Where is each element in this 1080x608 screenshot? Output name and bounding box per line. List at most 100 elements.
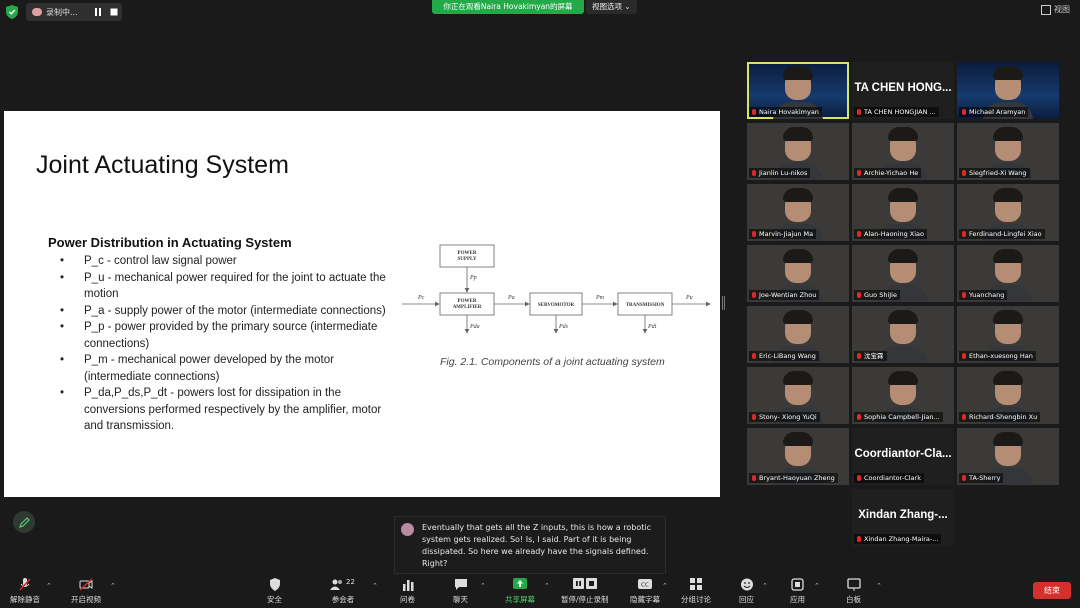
participant-video-hair <box>783 432 813 446</box>
participant-tile-xindan-zhang-maira[interactable]: Xindan Zhang-... Xindan Zhang-Maira-... <box>852 489 954 546</box>
participant-tile-marvin-jiajun-ma[interactable]: Marvin-Jiajun Ma <box>747 184 849 241</box>
chat-button[interactable]: 聊天 <box>453 578 468 605</box>
pause-icon[interactable] <box>94 8 102 16</box>
pp-label: Pp <box>469 275 477 281</box>
participant-tile-ferdinand-lingfei-xiao[interactable]: Ferdinand-Lingfei Xiao <box>957 184 1059 241</box>
participant-tile-sophia-campbell-jian[interactable]: Sophia Campbell-Jian... <box>852 367 954 424</box>
participant-tile-coordiantor-clark[interactable]: Coordiantor-Cla... Coordiantor-Clark <box>852 428 954 485</box>
participant-name-label: 沈宝霖 <box>854 351 887 361</box>
participant-video-hair <box>888 310 918 324</box>
meeting-toolbar: 解除静音 ⌃ 开启视频 ⌃ 安全 22 参会者 ⌃ 问卷 聊天 ⌃ 共享屏幕 ⌃… <box>0 574 1080 608</box>
share-screen-button[interactable]: 共享屏幕 <box>505 578 535 605</box>
security-button[interactable]: 安全 <box>267 578 282 605</box>
start-video-label: 开启视频 <box>71 595 101 604</box>
participant-tile-ta-chen-hongjian[interactable]: TA CHEN HONG... TA CHEN HONGJIAN ... <box>852 62 954 119</box>
bullet-item: P_p - power provided by the primary sour… <box>60 319 402 352</box>
participant-video-hair <box>783 66 813 80</box>
participant-name-label: Archie-Yichao He <box>854 168 922 178</box>
reactions-label: 回应 <box>739 595 754 604</box>
pa-label: Pa <box>507 295 515 301</box>
participant-tile-michael-aramyan[interactable]: Michael Aramyan <box>957 62 1059 119</box>
participant-tile-jianlin-lu-nikos[interactable]: Jianlin Lu-nikos <box>747 123 849 180</box>
participant-name-label: Alan-Haoning Xiao <box>854 229 928 239</box>
slide-title: Joint Actuating System <box>36 151 289 179</box>
breakout-rooms-button[interactable]: 分组讨论 <box>681 578 711 605</box>
record-button[interactable]: 暂停/停止录制 <box>561 578 609 605</box>
reactions-button[interactable]: 回应 <box>739 578 754 605</box>
slide-heading: Power Distribution in Actuating System <box>48 235 292 250</box>
view-button[interactable]: 视图 <box>1041 4 1070 15</box>
breakout-rooms-icon <box>690 578 702 590</box>
captions-button[interactable]: CC 隐藏字幕 <box>630 578 660 605</box>
participant-tile-yuanchang[interactable]: Yuanchang <box>957 245 1059 302</box>
chevron-up-icon[interactable]: ⌃ <box>110 582 116 590</box>
chevron-up-icon[interactable]: ⌃ <box>46 582 52 590</box>
annotate-button[interactable] <box>13 511 35 533</box>
chevron-up-icon[interactable]: ⌃ <box>762 582 768 590</box>
participant-tile-eric-libang-wang[interactable]: Eric-LiBang Wang <box>747 306 849 363</box>
breakout-rooms-label: 分组讨论 <box>681 595 711 604</box>
chevron-up-icon[interactable]: ⌃ <box>662 582 668 590</box>
participant-video-hair <box>993 371 1023 385</box>
svg-text:CC: CC <box>641 583 649 589</box>
top-bar: 录制中... 你正在观看Naira Hovakimyan的屏幕 视图选项 ⌄ 视… <box>0 0 1080 24</box>
participant-tile-guo-shijie[interactable]: Guo ShiJie <box>852 245 954 302</box>
participant-name-label: Eric-LiBang Wang <box>749 351 819 361</box>
participant-tile-naira-hovakimyan[interactable]: Naira Hovakimyan <box>747 62 849 119</box>
whiteboard-button[interactable]: 白板 <box>846 578 861 605</box>
participant-name-label: Bryant-Haoyuan Zheng <box>749 473 838 483</box>
participant-tile-richard-shengbin-xu[interactable]: Richard-Shengbin Xu <box>957 367 1059 424</box>
end-meeting-button[interactable]: 结束 <box>1033 582 1071 599</box>
participant-name-label: Guo ShiJie <box>854 290 900 300</box>
microphone-muted-icon <box>19 578 31 591</box>
split-resize-handle[interactable] <box>722 296 725 310</box>
pda-label: Pda <box>469 324 480 330</box>
bullet-item: P_u - mechanical power required for the … <box>60 270 402 303</box>
stop-icon[interactable] <box>110 8 118 16</box>
participant-tile-ta-sherry[interactable]: TA-Sherry <box>957 428 1059 485</box>
participant-tile-ethan-xuesong-han[interactable]: Ethan-xuesong Han <box>957 306 1059 363</box>
polls-button[interactable]: 问卷 <box>400 578 415 605</box>
whiteboard-label: 白板 <box>846 595 861 604</box>
unmute-button[interactable]: 解除静音 <box>10 578 40 605</box>
polls-label: 问卷 <box>400 595 415 604</box>
participant-video-hair <box>993 188 1023 202</box>
participant-tile-stony-xiong-yuqi[interactable]: Stony- Xiong YuQi <box>747 367 849 424</box>
power-supply-label: POWER SUPPLY <box>458 251 477 262</box>
chevron-up-icon[interactable]: ⌃ <box>876 582 882 590</box>
participant-tile-archie-yichao-he[interactable]: Archie-Yichao He <box>852 123 954 180</box>
chevron-up-icon[interactable]: ⌃ <box>814 582 820 590</box>
actuating-system-diagram: POWER SUPPLY POWER AMPLIFIER SERVOMOTOR TR… <box>402 244 711 334</box>
participant-tile-participant[interactable]: 沈宝霖 <box>852 306 954 363</box>
view-button-label: 视图 <box>1054 5 1070 14</box>
apps-icon <box>790 578 804 591</box>
pm-label: Pm <box>595 295 605 301</box>
participant-name-label: TA-Sherry <box>959 473 1004 483</box>
chat-bubble-icon <box>454 579 467 590</box>
participant-display-name: Xindan Zhang-... <box>858 509 948 521</box>
participants-button[interactable]: 22 参会者 <box>330 578 356 605</box>
participant-tile-joe-wentian-zhou[interactable]: Joe-Wentian Zhou <box>747 245 849 302</box>
participant-video-hair <box>783 127 813 141</box>
participant-name-label: Joe-Wentian Zhou <box>749 290 820 300</box>
figure-caption: Fig. 2.1. Components of a joint actuatin… <box>440 356 665 368</box>
participants-icon: 22 <box>330 578 356 591</box>
participant-tile-alan-haoning-xiao[interactable]: Alan-Haoning Xiao <box>852 184 954 241</box>
view-options-button[interactable]: 视图选项 ⌄ <box>586 0 637 14</box>
shield-icon[interactable] <box>6 5 18 19</box>
participant-tile-bryant-haoyuan-zheng[interactable]: Bryant-Haoyuan Zheng <box>747 428 849 485</box>
chevron-up-icon[interactable]: ⌃ <box>372 582 378 590</box>
shared-screen-slide: Joint Actuating System Power Distributio… <box>4 111 720 497</box>
chevron-up-icon[interactable]: ⌃ <box>480 582 486 590</box>
smiley-icon <box>740 578 753 591</box>
participant-tile-siegfried-xi-wang[interactable]: Siegfried-Xi Wang <box>957 123 1059 180</box>
bar-chart-icon <box>402 580 413 591</box>
apps-label: 应用 <box>790 595 805 604</box>
unmute-label: 解除静音 <box>10 595 40 604</box>
bullet-item: P_a - supply power of the motor (interme… <box>60 303 402 320</box>
apps-button[interactable]: 应用 <box>790 578 805 605</box>
recording-label: 录制中... <box>46 7 78 17</box>
chevron-up-icon[interactable]: ⌃ <box>544 582 550 590</box>
start-video-button[interactable]: 开启视频 <box>71 578 101 605</box>
participant-display-name: Coordiantor-Cla... <box>854 448 952 460</box>
